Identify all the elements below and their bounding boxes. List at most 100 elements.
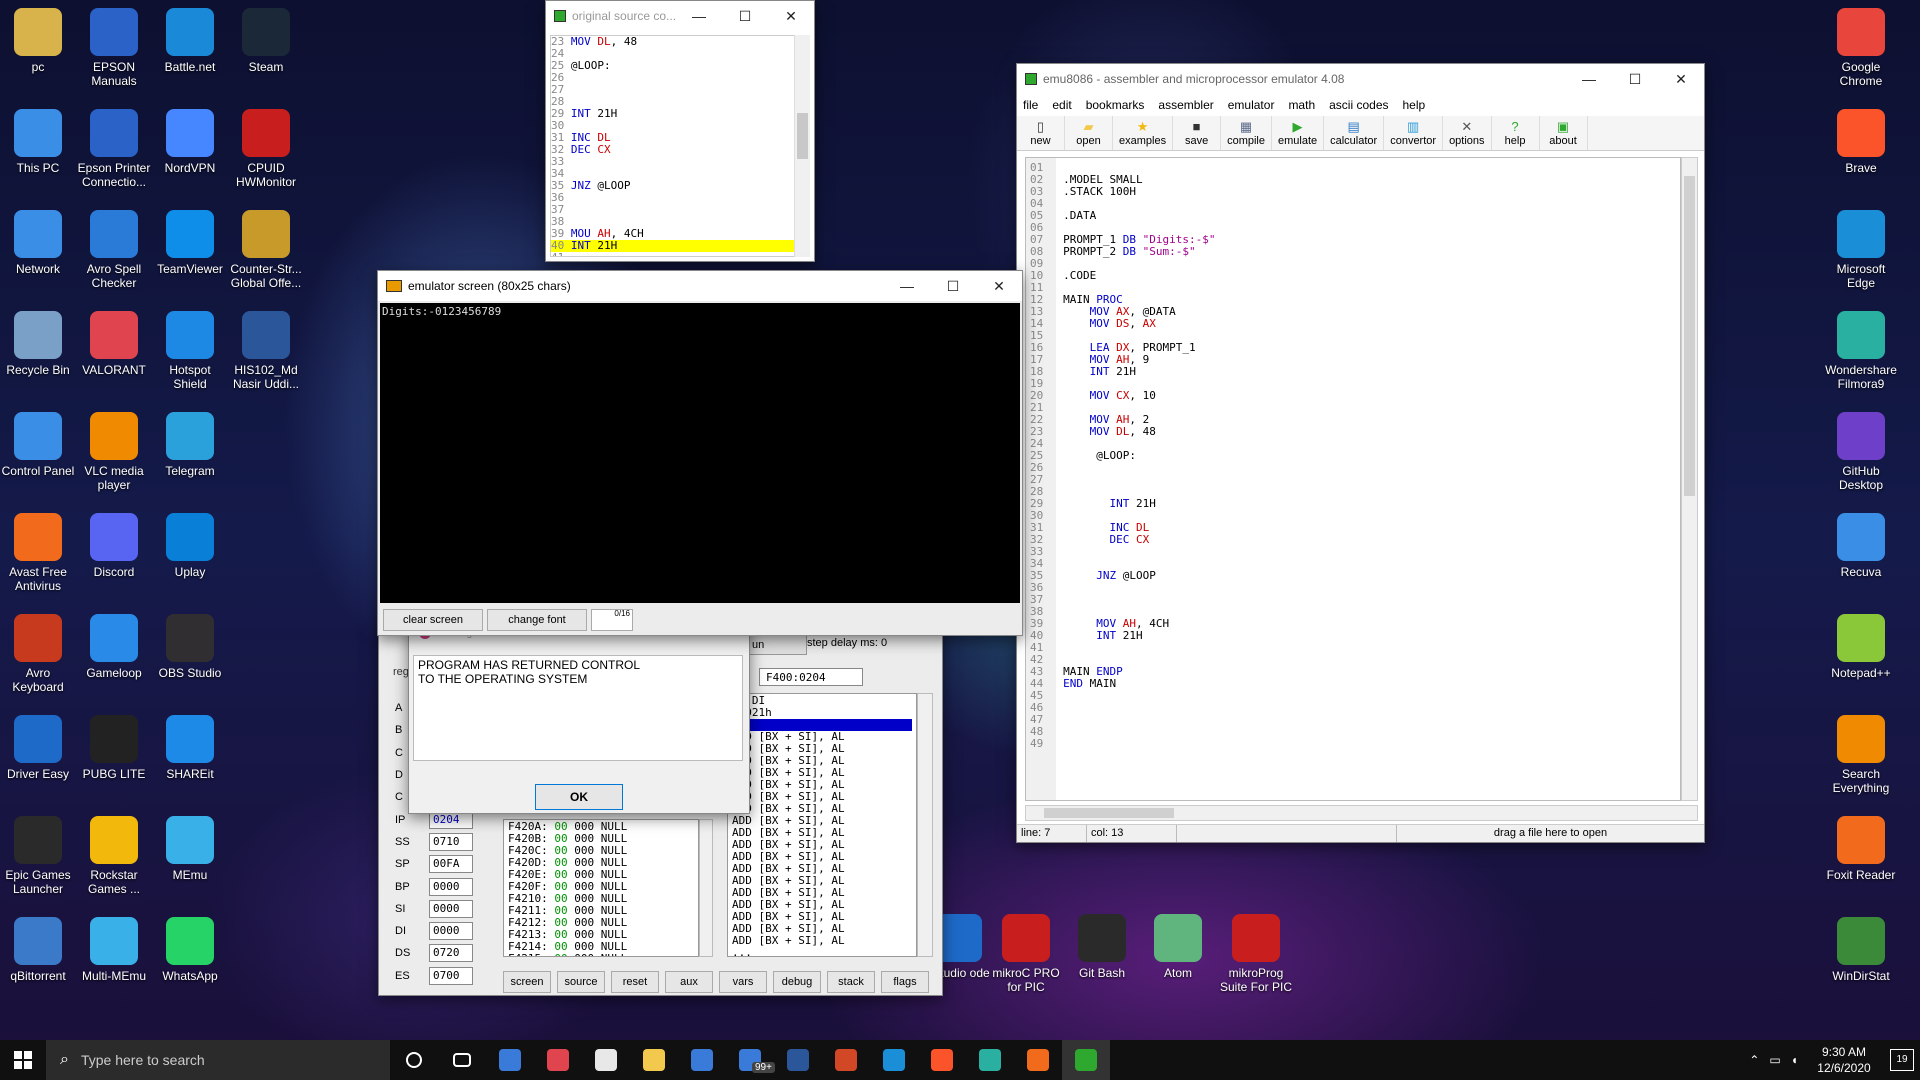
desktop-icon[interactable]: WhatsApp — [152, 917, 228, 983]
desktop-icon[interactable]: Atom — [1140, 914, 1216, 980]
emu8086-app-button[interactable] — [1062, 1040, 1110, 1080]
desktop-icon[interactable]: TeamViewer — [152, 210, 228, 276]
task-view-button[interactable] — [438, 1040, 486, 1080]
desktop-icon[interactable]: Telegram — [152, 412, 228, 478]
message-ok-button[interactable]: OK — [535, 784, 623, 810]
desktop-icon[interactable]: Counter-Str... Global Offe... — [228, 210, 304, 290]
maximize-button[interactable]: ☐ — [1612, 64, 1658, 94]
toolbar-new-button[interactable]: ▯ new — [1017, 116, 1065, 150]
source-title-bar[interactable]: original source co... — ☐ ✕ — [546, 1, 814, 31]
desktop-icon[interactable]: GitHub Desktop — [1823, 412, 1899, 492]
desktop-icon[interactable]: pc — [0, 8, 76, 74]
valorant-app-button[interactable] — [534, 1040, 582, 1080]
desktop-icon[interactable]: Gameloop — [76, 614, 152, 680]
toolbar-about-button[interactable]: ▣ about — [1540, 116, 1588, 150]
desktop-icon[interactable]: Avro Keyboard — [0, 614, 76, 694]
minimize-button[interactable]: — — [1566, 64, 1612, 94]
toolbar-open-button[interactable]: ▰ open — [1065, 116, 1113, 150]
toolbar-save-button[interactable]: ■ save — [1173, 116, 1222, 150]
network-icon[interactable]: ▭ — [1769, 1053, 1780, 1067]
toolbar-emulate-button[interactable]: ▶ emulate — [1272, 116, 1325, 150]
memory-scrollbar[interactable] — [699, 819, 713, 957]
desktop-icon[interactable]: Battle.net — [152, 8, 228, 74]
menu-edit[interactable]: edit — [1052, 98, 1071, 112]
desktop-icon[interactable]: Network — [0, 210, 76, 276]
desktop-icon[interactable]: WinDirStat — [1823, 917, 1899, 983]
store-button[interactable] — [678, 1040, 726, 1080]
main-title-bar[interactable]: emu8086 - assembler and microprocessor e… — [1017, 64, 1704, 94]
debugger-source-button[interactable]: source — [557, 971, 605, 993]
desktop-icon[interactable]: SHAREit — [152, 715, 228, 781]
register-value[interactable]: 0000 — [429, 877, 473, 896]
menu-bookmarks[interactable]: bookmarks — [1086, 98, 1145, 112]
register-value[interactable]: 0710 — [429, 832, 473, 851]
desktop-icon[interactable]: Hotspot Shield — [152, 311, 228, 391]
register-value[interactable]: 0000 — [429, 922, 473, 941]
menu-help[interactable]: help — [1403, 98, 1426, 112]
close-button[interactable]: ✕ — [976, 271, 1022, 301]
filmora-app-button[interactable] — [966, 1040, 1014, 1080]
emulator-output[interactable]: Digits:-0123456789 — [380, 303, 1020, 603]
desktop-icon[interactable]: VLC media player — [76, 412, 152, 492]
mail-button[interactable] — [726, 1040, 774, 1080]
desktop-icon[interactable]: mikroProg Suite For PIC — [1218, 914, 1294, 994]
debugger-stack-button[interactable]: stack — [827, 971, 875, 993]
desktop-icon[interactable]: HIS102_Md Nasir Uddi... — [228, 311, 304, 391]
desktop-icon[interactable]: NordVPN — [152, 109, 228, 175]
edge-app-button[interactable] — [870, 1040, 918, 1080]
volume-icon[interactable]: ◖ — [1791, 1053, 1798, 1067]
toolbar-options-button[interactable]: ✕ options — [1443, 116, 1492, 150]
debugger-aux-button[interactable]: aux — [665, 971, 713, 993]
brave-app-button[interactable] — [918, 1040, 966, 1080]
debugger-debug-button[interactable]: debug — [773, 971, 821, 993]
change-font-button[interactable]: change font — [487, 609, 587, 631]
toolbar-examples-button[interactable]: ★ examples — [1113, 116, 1174, 150]
foxit-app-button[interactable] — [1014, 1040, 1062, 1080]
desktop-icon[interactable]: Foxit Reader — [1823, 816, 1899, 882]
editor-horizontal-scrollbar[interactable] — [1025, 805, 1698, 821]
desktop-icon[interactable]: Discord — [76, 513, 152, 579]
desktop-icon[interactable]: qBittorrent — [0, 917, 76, 983]
word-app-button[interactable] — [774, 1040, 822, 1080]
desktop-icon[interactable]: Git Bash — [1064, 914, 1140, 980]
calculator-app-button[interactable] — [486, 1040, 534, 1080]
menu-emulator[interactable]: emulator — [1228, 98, 1275, 112]
editor-vertical-scrollbar[interactable] — [1681, 157, 1698, 801]
register-value[interactable]: 0700 — [429, 966, 473, 985]
start-button[interactable] — [0, 1040, 46, 1080]
address-field[interactable]: F400:0204 — [759, 668, 863, 686]
debugger-reset-button[interactable]: reset — [611, 971, 659, 993]
desktop-icon[interactable]: CPUID HWMonitor — [228, 109, 304, 189]
desktop-icon[interactable]: EPSON Manuals — [76, 8, 152, 88]
desktop-icon[interactable]: Steam — [228, 8, 304, 74]
notification-button[interactable]: 19 — [1890, 1049, 1914, 1071]
source-code-area[interactable]: 23 MOV DL, 48 24 25 @LOOP: 26 27 28 29 INT… — [550, 35, 798, 257]
taskbar-search-box[interactable]: ⌕ Type here to search — [46, 1040, 390, 1080]
clear-screen-button[interactable]: clear screen — [383, 609, 483, 631]
source-scrollbar[interactable] — [794, 35, 810, 257]
toolbar-calculator-button[interactable]: ▤ calculator — [1324, 116, 1385, 150]
desktop-icon[interactable]: Search Everything — [1823, 715, 1899, 795]
menu-math[interactable]: math — [1288, 98, 1315, 112]
desktop-icon[interactable]: Epic Games Launcher — [0, 816, 76, 896]
paint-app-button[interactable] — [582, 1040, 630, 1080]
desktop-icon[interactable]: Avast Free Antivirus — [0, 513, 76, 593]
debugger-screen-button[interactable]: screen — [503, 971, 551, 993]
desktop-icon[interactable]: Uplay — [152, 513, 228, 579]
close-button[interactable]: ✕ — [1658, 64, 1704, 94]
desktop-icon[interactable]: OBS Studio — [152, 614, 228, 680]
memory-list[interactable]: F420A: 00 000 NULL F420B: 00 000 NULL F420… — [503, 819, 699, 957]
menu-file[interactable]: file — [1023, 98, 1038, 112]
maximize-button[interactable]: ☐ — [722, 1, 768, 31]
cortana-button[interactable] — [390, 1040, 438, 1080]
menu-ascii-codes[interactable]: ascii codes — [1329, 98, 1388, 112]
emulator-screen-title-bar[interactable]: emulator screen (80x25 chars) — ☐ ✕ — [378, 271, 1022, 301]
clock[interactable]: 9:30 AM 12/6/2020 — [1808, 1044, 1880, 1076]
desktop-icon[interactable]: This PC — [0, 109, 76, 175]
register-value[interactable]: 0000 — [429, 899, 473, 918]
desktop-icon[interactable]: Google Chrome — [1823, 8, 1899, 88]
desktop-icon[interactable]: Recuva — [1823, 513, 1899, 579]
register-value[interactable]: 00FA — [429, 855, 473, 874]
desktop-icon[interactable]: Control Panel — [0, 412, 76, 478]
desktop-icon[interactable]: mikroC PRO for PIC — [988, 914, 1064, 994]
